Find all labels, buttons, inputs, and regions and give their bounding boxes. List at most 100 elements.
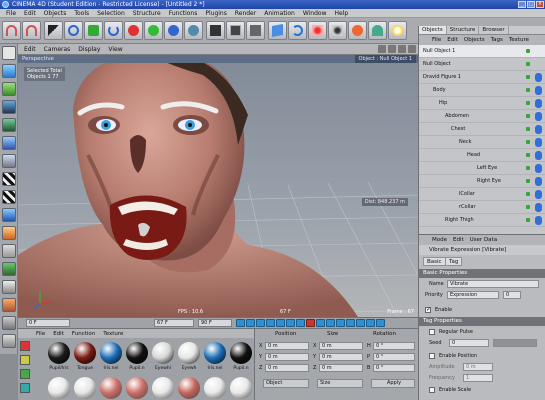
material-ball[interactable] bbox=[178, 377, 200, 399]
object-row[interactable]: Neck bbox=[419, 136, 545, 149]
timeline-current-field[interactable]: 67 F bbox=[154, 319, 194, 327]
object-row[interactable]: Null Object bbox=[419, 58, 545, 71]
tab-structure[interactable]: Structure bbox=[447, 26, 480, 34]
material-ball[interactable] bbox=[126, 342, 148, 364]
scene-button[interactable] bbox=[368, 21, 387, 40]
material-ball[interactable] bbox=[204, 377, 226, 399]
coordinate-system-button[interactable] bbox=[184, 21, 203, 40]
deformer-button[interactable] bbox=[348, 21, 367, 40]
use-texture-tool-button[interactable] bbox=[2, 82, 16, 96]
workplane-button[interactable] bbox=[2, 208, 16, 222]
size-y-field[interactable]: 0 m bbox=[319, 353, 363, 361]
orbit-icon[interactable] bbox=[398, 45, 406, 53]
menu-file[interactable]: File bbox=[2, 9, 20, 17]
tab-tag[interactable]: Tag bbox=[445, 257, 463, 266]
texture-axis-button[interactable] bbox=[2, 190, 16, 204]
scale-key-button[interactable] bbox=[346, 319, 355, 327]
undo-button[interactable] bbox=[2, 21, 21, 40]
rotation-b-field[interactable]: 0 ° bbox=[373, 364, 415, 372]
material-ball[interactable] bbox=[100, 377, 122, 399]
visibility-check-icon[interactable] bbox=[526, 101, 530, 105]
viewport-menu-view[interactable]: View bbox=[104, 46, 126, 53]
cube-object-button[interactable] bbox=[268, 21, 287, 40]
record-button[interactable] bbox=[306, 319, 315, 327]
menu-plugins[interactable]: Plugins bbox=[201, 9, 231, 17]
snap-button[interactable] bbox=[2, 244, 16, 258]
coord-size-select[interactable]: Size bbox=[317, 379, 363, 388]
go-to-start-button[interactable] bbox=[236, 319, 245, 327]
material-ball[interactable] bbox=[74, 377, 96, 399]
menu-selection[interactable]: Selection bbox=[93, 9, 129, 17]
enable-axis-button[interactable] bbox=[2, 226, 16, 240]
nurbs-button[interactable] bbox=[308, 21, 327, 40]
position-z-field[interactable]: 0 m bbox=[265, 364, 309, 372]
render-picture-button[interactable] bbox=[226, 21, 245, 40]
bone-tag-icon[interactable] bbox=[535, 164, 542, 173]
quantize-button[interactable] bbox=[2, 280, 16, 294]
visibility-check-icon[interactable] bbox=[526, 218, 530, 222]
visibility-check-icon[interactable] bbox=[526, 140, 530, 144]
redo-button[interactable] bbox=[22, 21, 41, 40]
priority-select[interactable]: Expression bbox=[447, 291, 499, 299]
tab-basic[interactable]: Basic bbox=[423, 257, 446, 266]
close-button[interactable]: × bbox=[536, 1, 544, 8]
bone-tag-icon[interactable] bbox=[535, 203, 542, 212]
seed-slider[interactable] bbox=[493, 339, 537, 347]
attribute-menu-edit[interactable]: Edit bbox=[450, 237, 467, 243]
object-menu-texture[interactable]: Texture bbox=[506, 37, 532, 43]
apply-button[interactable]: Apply bbox=[371, 379, 415, 388]
material-tool-icon[interactable] bbox=[20, 355, 30, 365]
pan-icon[interactable] bbox=[378, 45, 386, 53]
bone-tag-icon[interactable] bbox=[535, 86, 542, 95]
object-menu-tags[interactable]: Tags bbox=[488, 37, 506, 43]
material-ball[interactable] bbox=[126, 377, 148, 399]
y-axis-button[interactable] bbox=[144, 21, 163, 40]
object-row[interactable]: Head bbox=[419, 149, 545, 162]
seed-field[interactable]: 0 bbox=[449, 339, 489, 347]
next-keyframe-button[interactable] bbox=[286, 319, 295, 327]
array-button[interactable] bbox=[328, 21, 347, 40]
tool-more-button[interactable] bbox=[2, 316, 16, 330]
material-tool-icon[interactable] bbox=[20, 383, 30, 393]
zoom-icon[interactable] bbox=[388, 45, 396, 53]
visibility-check-icon[interactable] bbox=[526, 62, 530, 66]
object-row[interactable]: Body bbox=[419, 84, 545, 97]
render-view-button[interactable] bbox=[206, 21, 225, 40]
use-points-tool-button[interactable] bbox=[2, 100, 16, 114]
rotate-tool-button[interactable] bbox=[104, 21, 123, 40]
menu-tools[interactable]: Tools bbox=[70, 9, 93, 17]
material-ball[interactable] bbox=[152, 377, 174, 399]
material-ball[interactable] bbox=[100, 342, 122, 364]
visibility-check-icon[interactable] bbox=[526, 166, 530, 170]
tool-extra-button[interactable] bbox=[2, 334, 16, 348]
visibility-check-icon[interactable] bbox=[526, 179, 530, 183]
object-row[interactable]: lCollar bbox=[419, 188, 545, 201]
maximize-button[interactable]: □ bbox=[527, 1, 535, 8]
scale-tool-button[interactable] bbox=[84, 21, 103, 40]
menu-render[interactable]: Render bbox=[231, 9, 260, 17]
object-menu-objects[interactable]: Objects bbox=[461, 37, 488, 43]
previous-keyframe-button[interactable] bbox=[246, 319, 255, 327]
attribute-menu-user-data[interactable]: User Data bbox=[467, 237, 500, 243]
amplitude-field[interactable]: 0 m bbox=[463, 363, 493, 371]
object-row[interactable]: Abdomen bbox=[419, 110, 545, 123]
maximize-view-icon[interactable] bbox=[408, 45, 416, 53]
move-tool-button[interactable] bbox=[64, 21, 83, 40]
size-x-field[interactable]: 0 m bbox=[319, 342, 363, 350]
use-object-tool-button[interactable] bbox=[2, 64, 16, 78]
keyframe-selection-button[interactable] bbox=[326, 319, 335, 327]
object-row[interactable]: Right Eye bbox=[419, 175, 545, 188]
material-tool-icon[interactable] bbox=[20, 369, 30, 379]
material-ball[interactable] bbox=[204, 342, 226, 364]
object-menu-edit[interactable]: Edit bbox=[444, 37, 461, 43]
object-menu-file[interactable]: File bbox=[429, 37, 444, 43]
soft-selection-button[interactable] bbox=[2, 262, 16, 276]
light-button[interactable] bbox=[388, 21, 407, 40]
bone-tag-icon[interactable] bbox=[535, 73, 542, 82]
material-menu-edit[interactable]: Edit bbox=[49, 331, 68, 337]
object-row[interactable]: Hip bbox=[419, 97, 545, 110]
timeline-end-field[interactable]: 90 F bbox=[198, 319, 232, 327]
menu-functions[interactable]: Functions bbox=[165, 9, 202, 17]
bone-tag-icon[interactable] bbox=[535, 190, 542, 199]
point-level-key-button[interactable] bbox=[376, 319, 385, 327]
